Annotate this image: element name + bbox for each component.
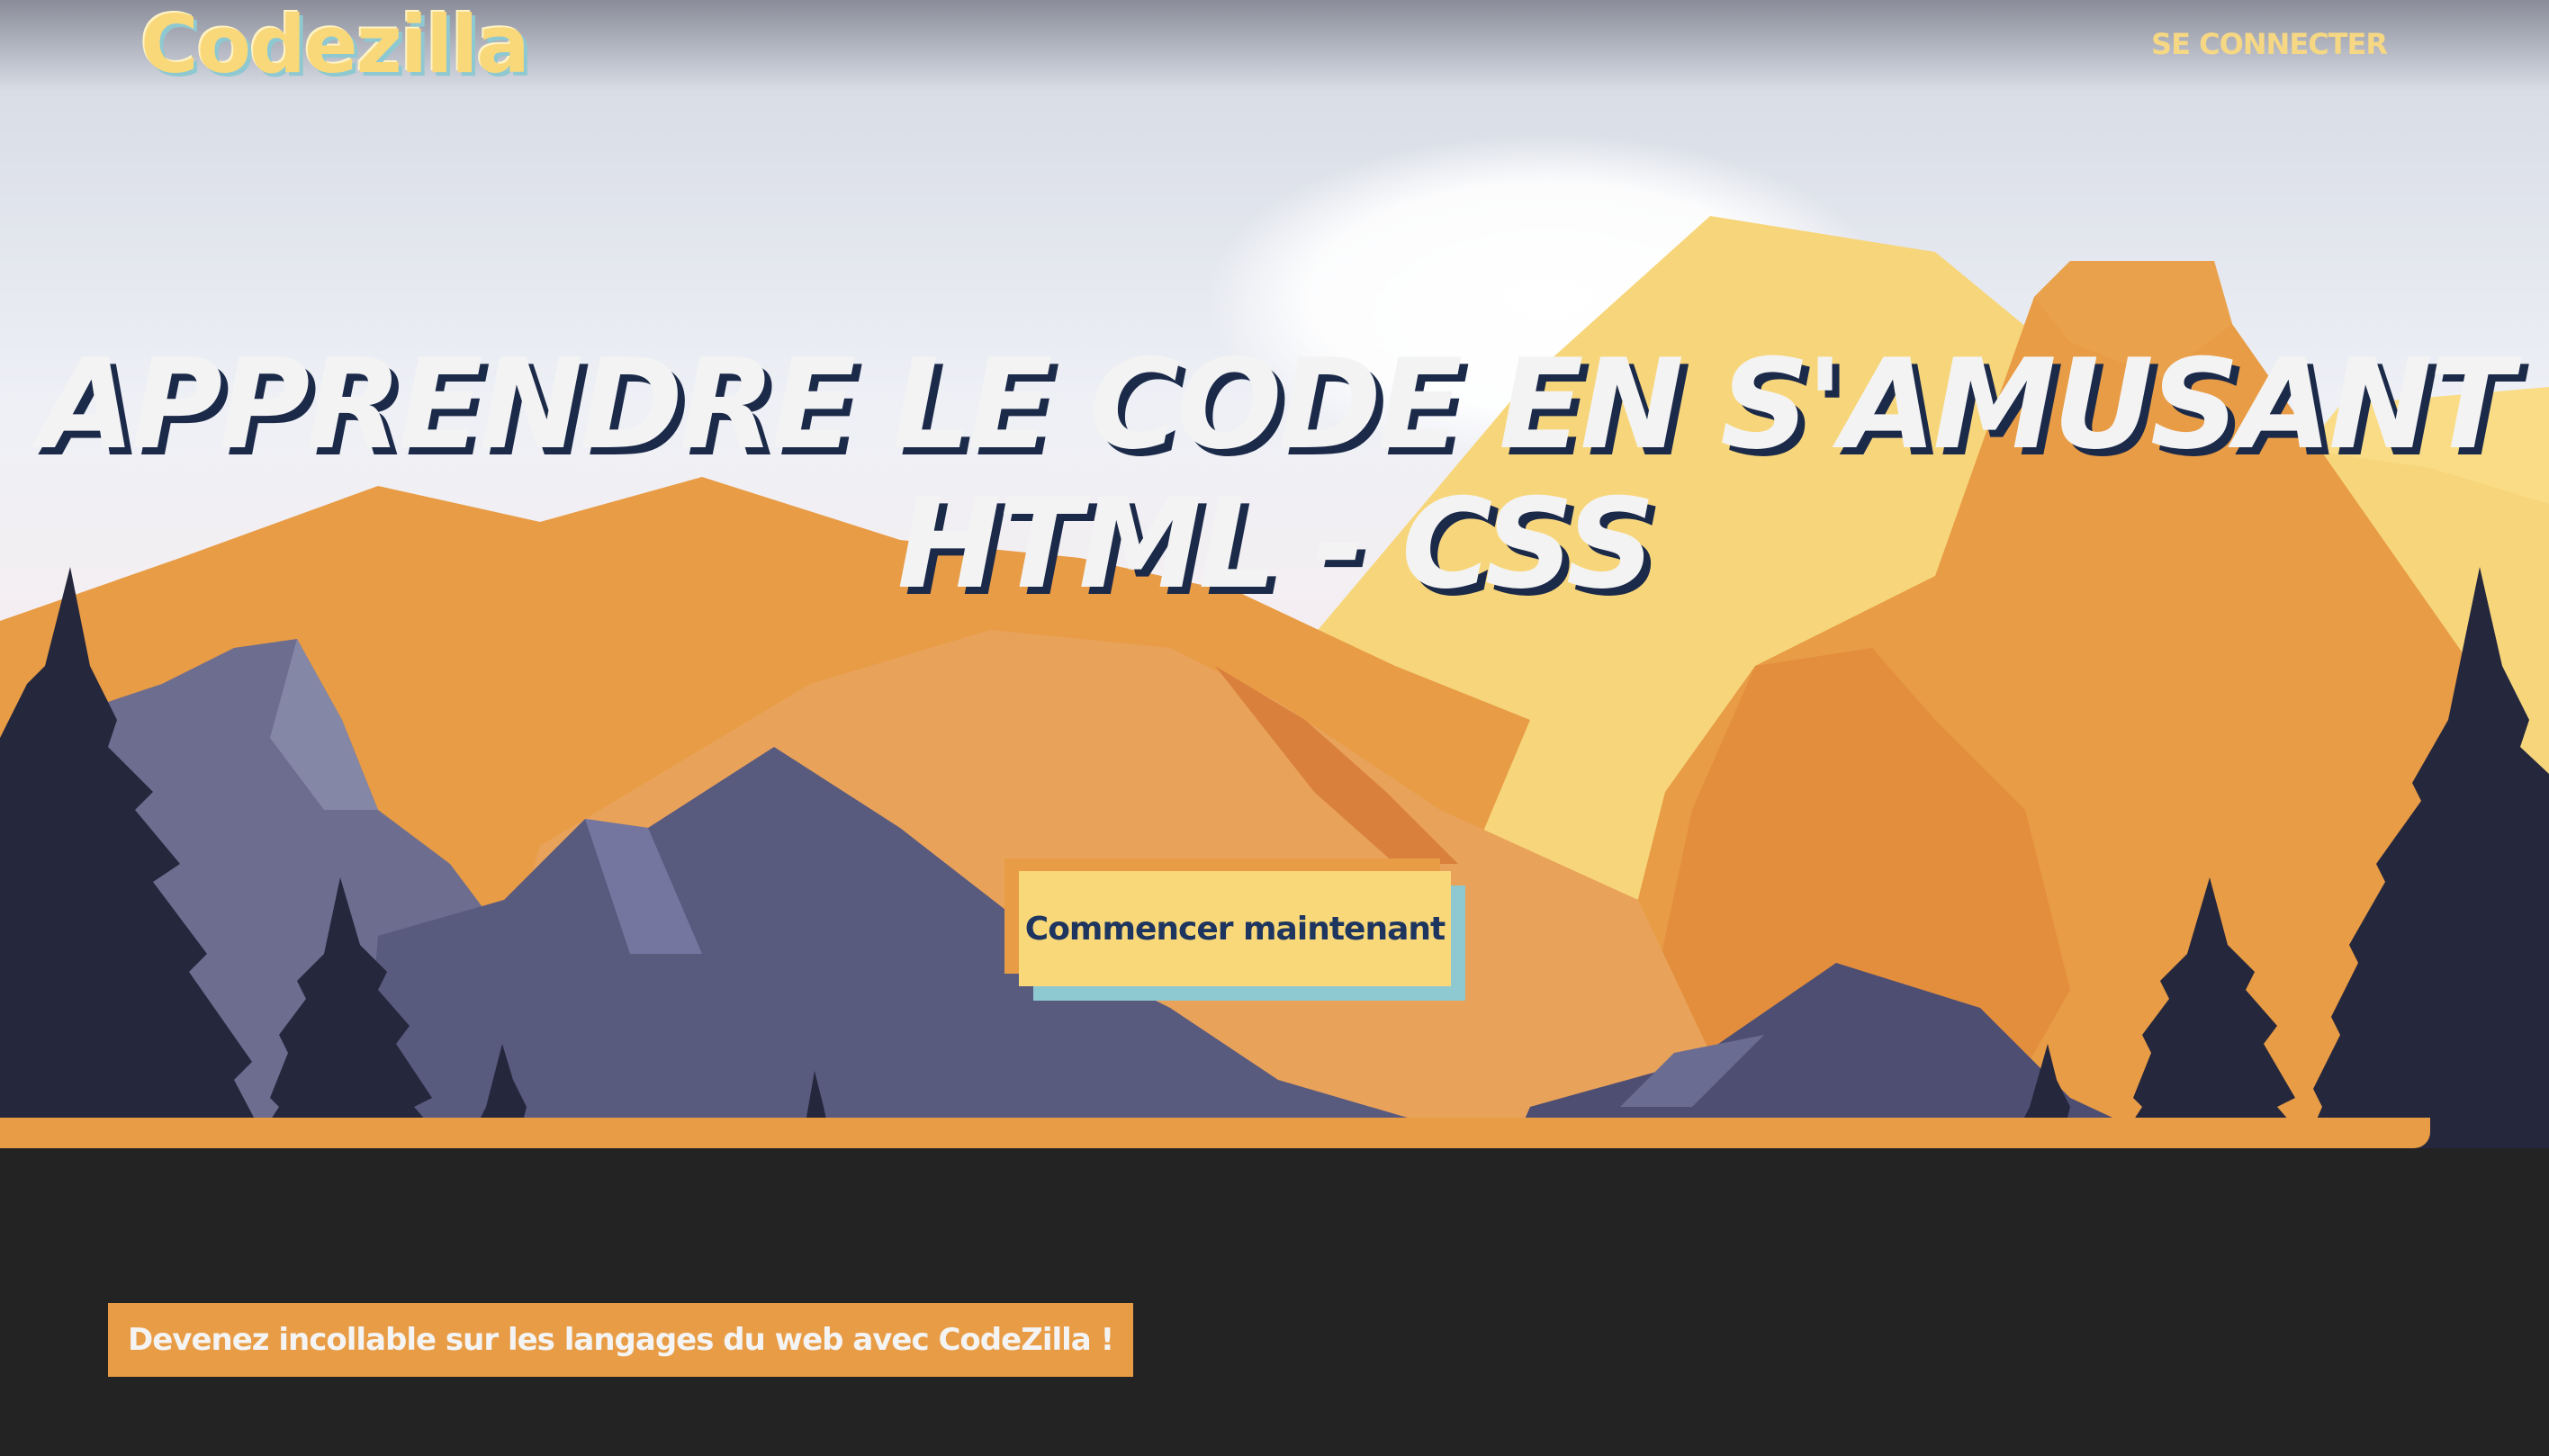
start-now-button[interactable]: Commencer maintenant <box>1019 871 1451 986</box>
logo[interactable]: Codezilla <box>140 0 530 90</box>
footer-section: Devenez incollable sur les langages du w… <box>0 1148 2549 1456</box>
hero-subtitle: HTML - CSS <box>896 472 1655 616</box>
hero-title: APPRENDRE LE CODE EN S'AMUSANT <box>39 332 2513 477</box>
ground-strip <box>0 1118 2430 1148</box>
tagline-banner: Devenez incollable sur les langages du w… <box>108 1303 1134 1377</box>
cta-container: Commencer maintenant <box>1004 858 1465 1001</box>
login-link[interactable]: SE CONNECTER <box>2151 27 2388 61</box>
landing-page: Codezilla SE CONNECTER APPRENDRE LE CODE… <box>0 0 2549 1456</box>
hero-section: Codezilla SE CONNECTER APPRENDRE LE CODE… <box>0 0 2549 1148</box>
